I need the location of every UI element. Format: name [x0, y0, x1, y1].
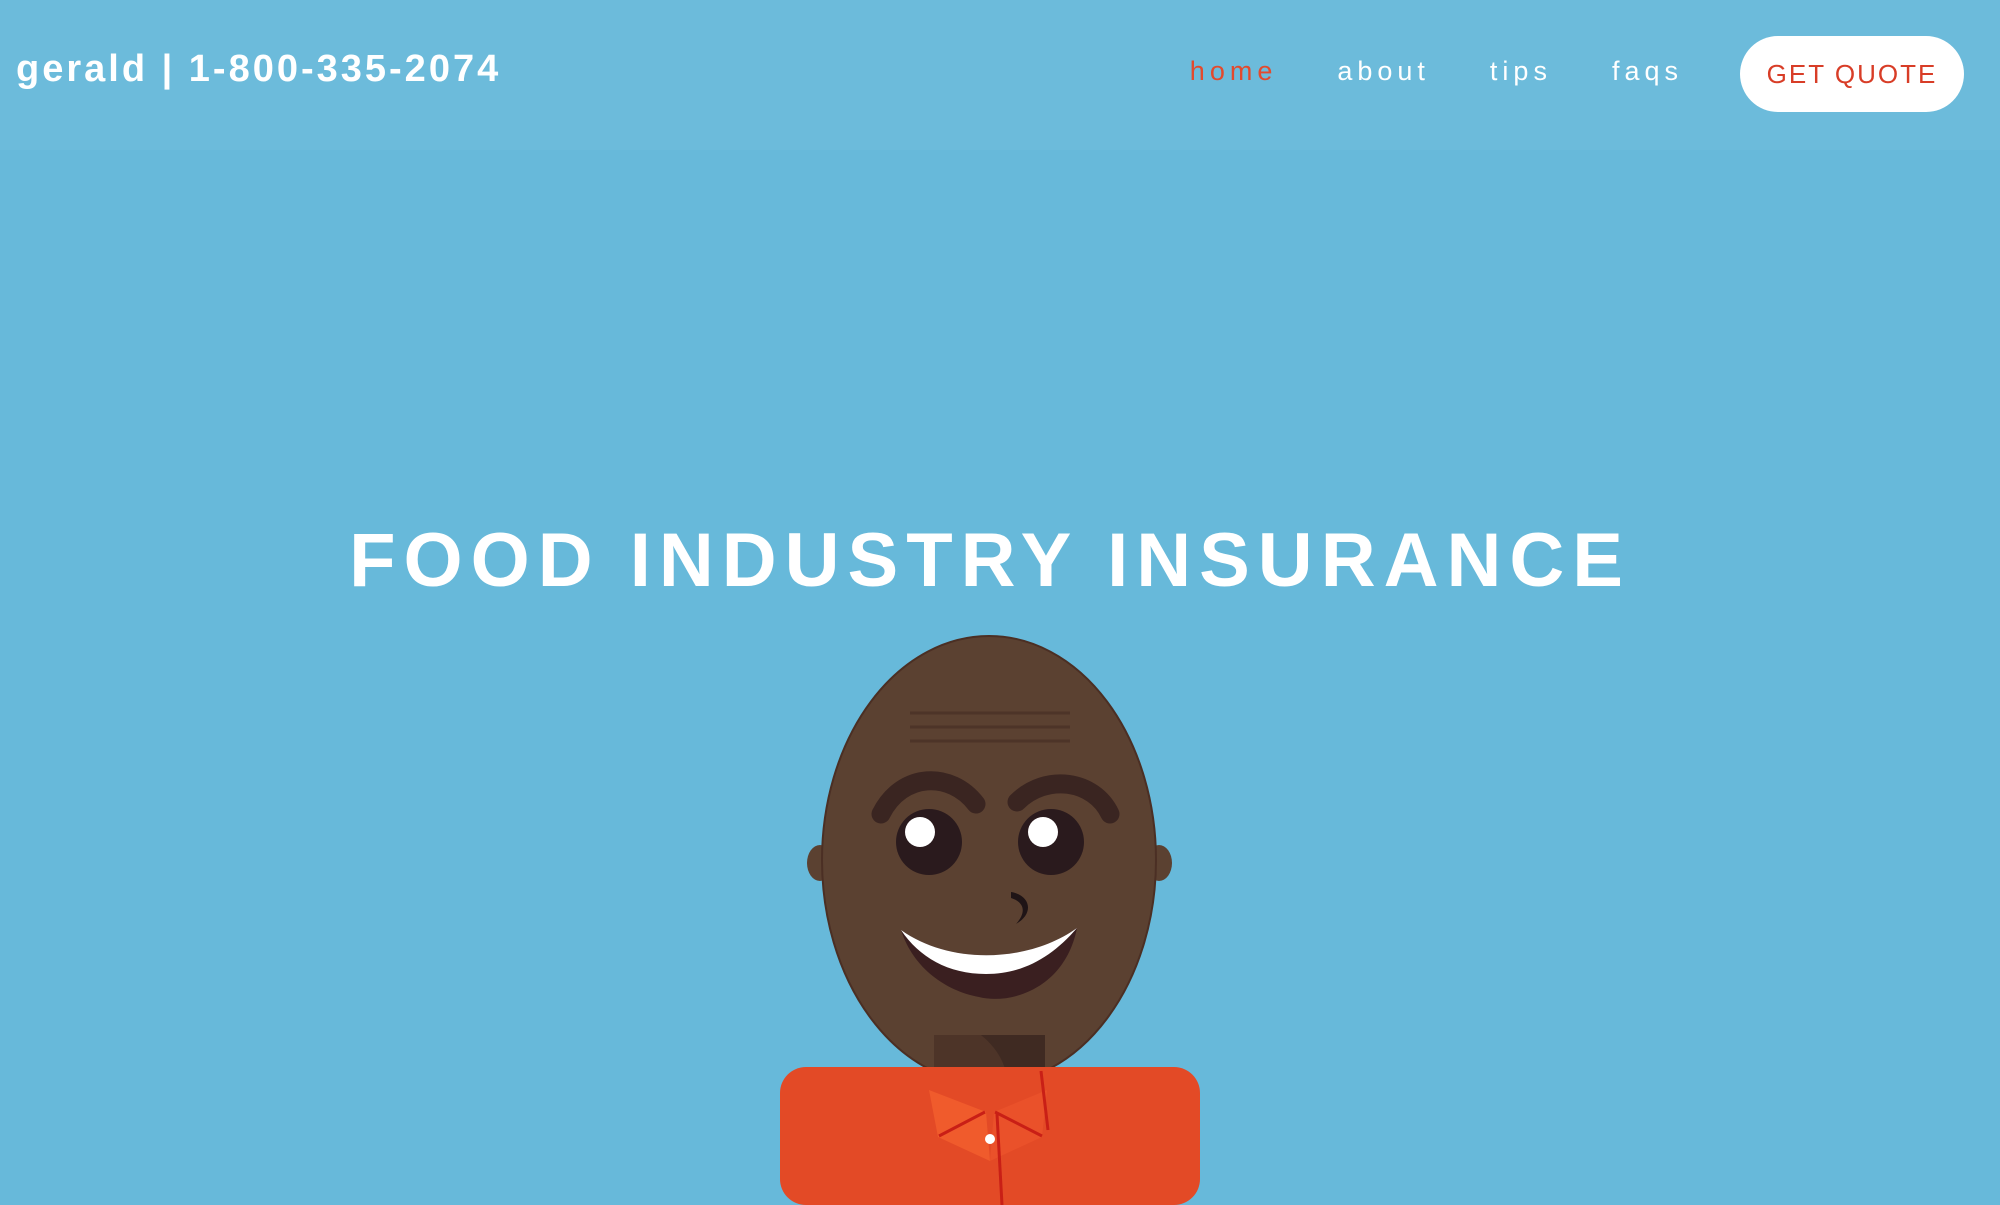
get-quote-button[interactable]: GET QUOTE	[1740, 36, 1964, 112]
gerald-character-illustration	[780, 635, 1200, 1205]
site-header: gerald | 1-800-335-2074 home about tips …	[0, 0, 2000, 150]
nav-about-link[interactable]: about	[1337, 56, 1430, 87]
hero-title: FOOD INDUSTRY INSURANCE	[349, 517, 1631, 603]
gerald-character-art	[780, 635, 1200, 1205]
nav-faqs-link[interactable]: faqs	[1612, 56, 1683, 87]
landing-page: gerald | 1-800-335-2074 home about tips …	[0, 0, 2000, 1205]
brand-contact[interactable]: gerald | 1-800-335-2074	[16, 48, 501, 91]
nav-home-link[interactable]: home	[1190, 56, 1278, 87]
nav-tips-link[interactable]: tips	[1490, 56, 1552, 87]
main-nav: home about tips faqs	[1190, 56, 1683, 87]
